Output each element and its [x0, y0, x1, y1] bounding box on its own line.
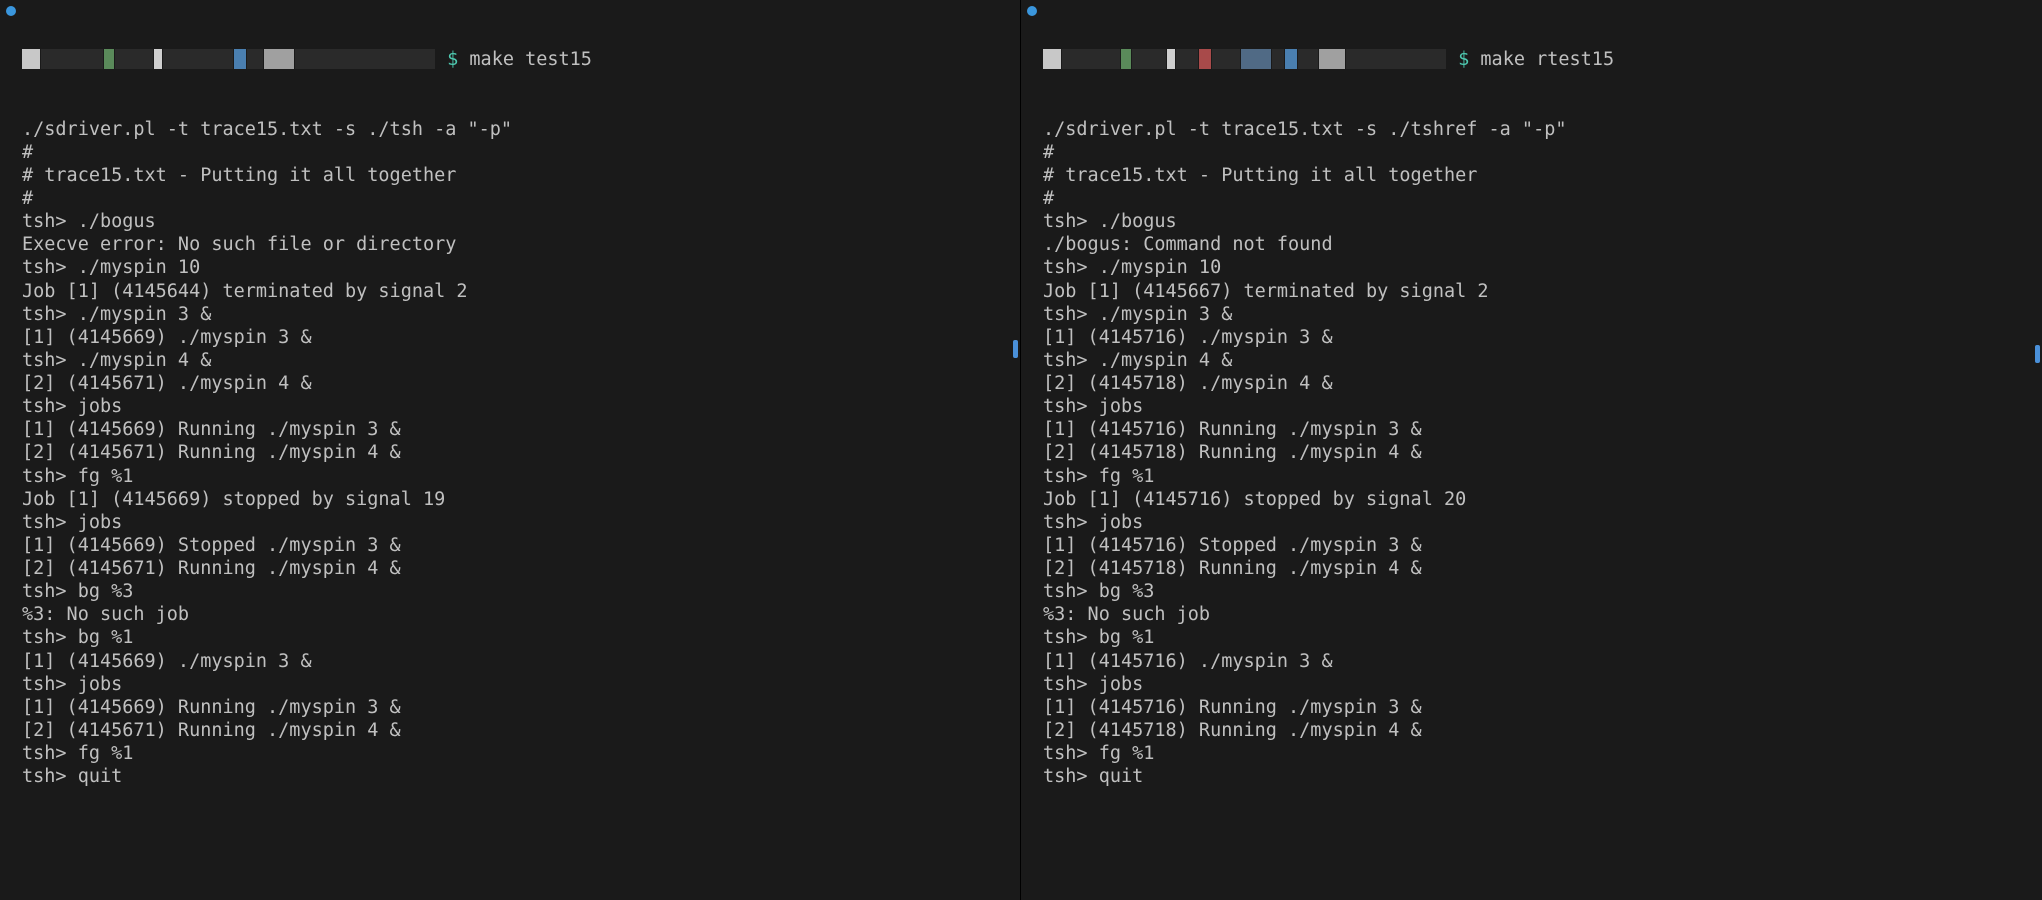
terminal-line: [1] (4145669) Stopped ./myspin 3 & [22, 534, 1020, 557]
shell-command: make rtest15 [1480, 49, 1614, 70]
terminal-line: tsh> ./myspin 10 [1043, 256, 2042, 279]
terminal-line: # trace15.txt - Putting it all together [1043, 164, 2042, 187]
terminal-line: tsh> ./bogus [22, 210, 1020, 233]
terminal-line: [1] (4145716) ./myspin 3 & [1043, 326, 2042, 349]
terminal-line: # [22, 187, 1020, 210]
pane-active-indicator-icon [6, 6, 16, 16]
scrollbar-thumb[interactable] [1013, 340, 1018, 358]
terminal-line: [1] (4145669) ./myspin 3 & [22, 326, 1020, 349]
terminal-pane-right[interactable]: $ make rtest15 ./sdriver.pl -t trace15.t… [1021, 0, 2042, 900]
terminal-line: [2] (4145671) Running ./myspin 4 & [22, 557, 1020, 580]
redacted-segment [1062, 49, 1120, 69]
terminal-line: tsh> fg %1 [1043, 742, 2042, 765]
terminal-line: # trace15.txt - Putting it all together [22, 164, 1020, 187]
terminal-line: [2] (4145718) Running ./myspin 4 & [1043, 441, 2042, 464]
terminal-line: Job [1] (4145716) stopped by signal 20 [1043, 488, 2042, 511]
terminal-line: tsh> fg %1 [22, 465, 1020, 488]
redacted-segment [1043, 49, 1061, 69]
pane-active-indicator-icon [1027, 6, 1037, 16]
terminal-line: Execve error: No such file or directory [22, 233, 1020, 256]
redacted-segment [163, 49, 233, 69]
redacted-segment [1176, 49, 1198, 69]
redacted-segment [234, 49, 246, 69]
redacted-segment [1212, 49, 1240, 69]
redacted-segment [115, 49, 153, 69]
terminal-line: [1] (4145716) ./myspin 3 & [1043, 650, 2042, 673]
shell-command: make test15 [469, 49, 592, 70]
terminal-line: tsh> ./bogus [1043, 210, 2042, 233]
redacted-segment [1199, 49, 1211, 69]
redacted-segment [154, 49, 162, 69]
terminal-line: # [1043, 141, 2042, 164]
terminal-line: ./bogus: Command not found [1043, 233, 2042, 256]
redacted-segment [1285, 49, 1297, 69]
terminal-line: [2] (4145718) Running ./myspin 4 & [1043, 719, 2042, 742]
redacted-segment [247, 49, 263, 69]
redacted-segment [104, 49, 114, 69]
terminal-output-right[interactable]: $ make rtest15 ./sdriver.pl -t trace15.t… [1021, 2, 2042, 835]
terminal-line: tsh> jobs [22, 511, 1020, 534]
terminal-line: tsh> jobs [22, 673, 1020, 696]
terminal-line: Job [1] (4145644) terminated by signal 2 [22, 280, 1020, 303]
redacted-segment [41, 49, 103, 69]
terminal-line: tsh> fg %1 [1043, 465, 2042, 488]
terminal-line: tsh> fg %1 [22, 742, 1020, 765]
prompt-symbol: $ [1458, 49, 1469, 70]
redacted-prompt-path [22, 49, 436, 70]
redacted-segment [264, 49, 294, 69]
terminal-line: Job [1] (4145669) stopped by signal 19 [22, 488, 1020, 511]
terminal-output-left[interactable]: $ make test15 ./sdriver.pl -t trace15.tx… [0, 2, 1020, 835]
terminal-line: Job [1] (4145667) terminated by signal 2 [1043, 280, 2042, 303]
terminal-line: tsh> jobs [1043, 395, 2042, 418]
terminal-line: [2] (4145671) Running ./myspin 4 & [22, 719, 1020, 742]
redacted-segment [1272, 49, 1284, 69]
terminal-line: [1] (4145716) Running ./myspin 3 & [1043, 418, 2042, 441]
terminal-line: tsh> ./myspin 4 & [22, 349, 1020, 372]
terminal-line: ./sdriver.pl -t trace15.txt -s ./tsh -a … [22, 118, 1020, 141]
terminal-line: tsh> jobs [22, 395, 1020, 418]
terminal-line: tsh> quit [1043, 765, 2042, 788]
terminal-line: tsh> ./myspin 10 [22, 256, 1020, 279]
terminal-line: tsh> jobs [1043, 511, 2042, 534]
terminal-line: tsh> ./myspin 3 & [22, 303, 1020, 326]
terminal-line: # [1043, 187, 2042, 210]
terminal-line: [1] (4145669) Running ./myspin 3 & [22, 418, 1020, 441]
terminal-line: tsh> quit [22, 765, 1020, 788]
prompt-line: $ make test15 [22, 48, 1020, 71]
redacted-segment [1132, 49, 1166, 69]
redacted-prompt-path [1043, 49, 1447, 70]
scrollbar-thumb[interactable] [2035, 345, 2040, 363]
terminal-line: [1] (4145669) Running ./myspin 3 & [22, 696, 1020, 719]
terminal-line: tsh> bg %3 [22, 580, 1020, 603]
redacted-segment [1346, 49, 1446, 69]
redacted-segment [22, 49, 40, 69]
terminal-line: [1] (4145716) Running ./myspin 3 & [1043, 696, 2042, 719]
terminal-line: [2] (4145718) Running ./myspin 4 & [1043, 557, 2042, 580]
redacted-segment [1298, 49, 1318, 69]
prompt-symbol: $ [447, 49, 458, 70]
terminal-line: tsh> bg %1 [22, 626, 1020, 649]
terminal-line: ./sdriver.pl -t trace15.txt -s ./tshref … [1043, 118, 2042, 141]
terminal-line: tsh> ./myspin 3 & [1043, 303, 2042, 326]
terminal-line: %3: No such job [1043, 603, 2042, 626]
terminal-line: [1] (4145669) ./myspin 3 & [22, 650, 1020, 673]
terminal-line: [2] (4145671) ./myspin 4 & [22, 372, 1020, 395]
terminal-line: [2] (4145718) ./myspin 4 & [1043, 372, 2042, 395]
redacted-segment [295, 49, 435, 69]
redacted-segment [1121, 49, 1131, 69]
terminal-pane-left[interactable]: $ make test15 ./sdriver.pl -t trace15.tx… [0, 0, 1021, 900]
redacted-segment [1319, 49, 1345, 69]
terminal-line: tsh> bg %3 [1043, 580, 2042, 603]
terminal-line: tsh> ./myspin 4 & [1043, 349, 2042, 372]
terminal-line: [2] (4145671) Running ./myspin 4 & [22, 441, 1020, 464]
terminal-line: %3: No such job [22, 603, 1020, 626]
redacted-segment [1167, 49, 1175, 69]
terminal-line: tsh> bg %1 [1043, 626, 2042, 649]
prompt-line: $ make rtest15 [1043, 48, 2042, 71]
terminal-line: # [22, 141, 1020, 164]
terminal-line: tsh> jobs [1043, 673, 2042, 696]
redacted-segment [1241, 49, 1271, 69]
terminal-line: [1] (4145716) Stopped ./myspin 3 & [1043, 534, 2042, 557]
